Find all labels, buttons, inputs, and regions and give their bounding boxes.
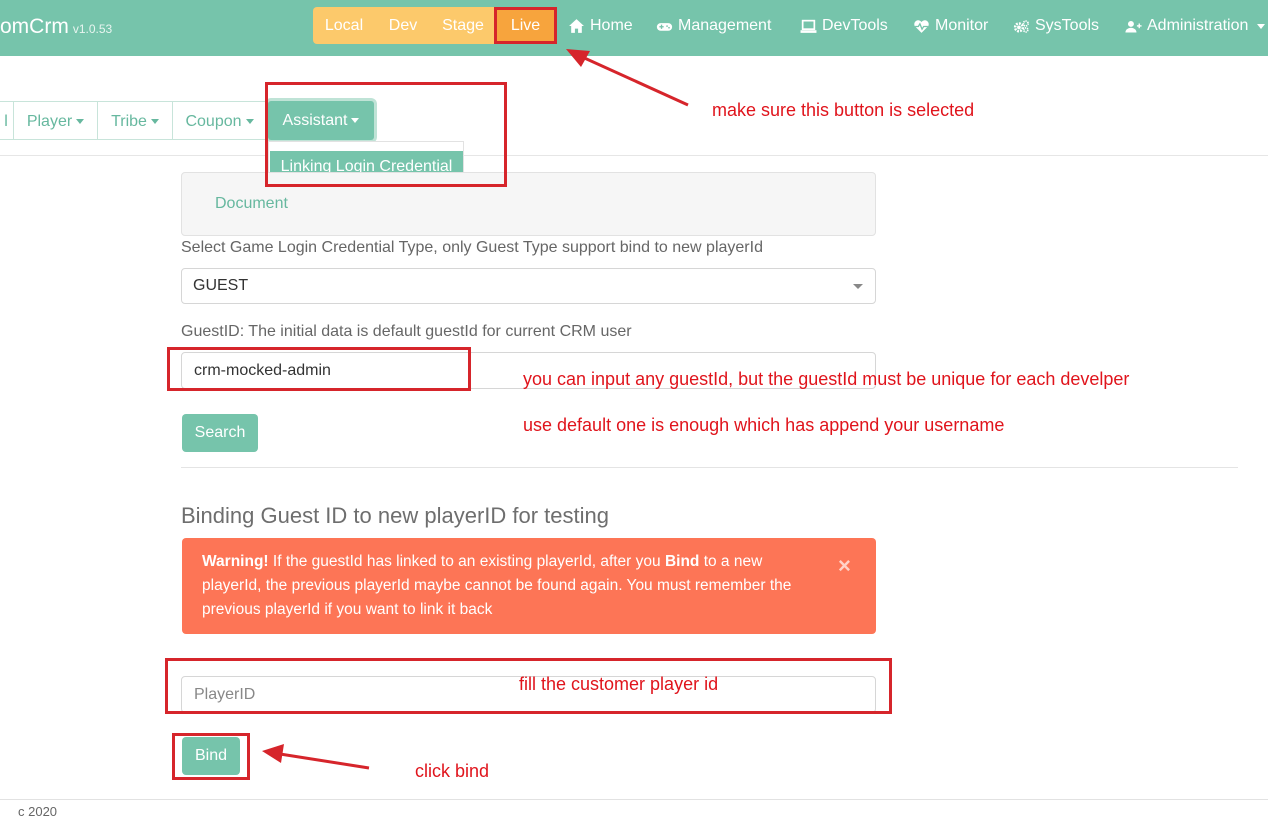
brand[interactable]: omCrm v1.0.53 xyxy=(0,15,112,39)
chevron-down-icon xyxy=(150,119,159,125)
cogs-icon xyxy=(1013,19,1029,33)
credential-type-label: Select Game Login Credential Type, only … xyxy=(181,239,763,256)
subnav-item-partial-label: l xyxy=(4,113,8,130)
close-icon[interactable]: × xyxy=(838,553,851,579)
annotation-box-bind xyxy=(172,733,250,780)
annotation-player-text: fill the customer player id xyxy=(519,674,719,694)
nav-devtools[interactable]: DevTools xyxy=(800,17,888,35)
subnav-item-player-label: Player xyxy=(26,113,73,130)
document-link[interactable]: Document xyxy=(215,195,288,213)
heartbeat-icon xyxy=(914,19,929,33)
subnav-divider xyxy=(0,155,1268,156)
annotation-arrow-bind xyxy=(279,752,370,770)
top-navbar: omCrm v1.0.53 Local Dev Stage Live Home M… xyxy=(0,0,1268,56)
annotation-guest-text-1: you can input any guestId, but the guest… xyxy=(523,369,1130,389)
nav-administration[interactable]: Administration xyxy=(1125,17,1266,35)
nav-management[interactable]: Management xyxy=(656,17,771,35)
credential-type-select[interactable]: GUEST xyxy=(181,268,876,304)
footer-divider xyxy=(0,799,1268,800)
nav-systools[interactable]: SysTools xyxy=(1013,17,1099,35)
nav-monitor[interactable]: Monitor xyxy=(913,17,988,35)
warning-part-1: If the guestId has linked to an existing… xyxy=(268,553,665,570)
annotation-guest-text-2: use default one is enough which has appe… xyxy=(523,415,1005,435)
annotation-bind-text: click bind xyxy=(415,761,490,781)
warning-text: Warning! If the guestId has linked to an… xyxy=(202,550,812,622)
annotation-live-text: make sure this button is selected xyxy=(712,100,975,120)
chevron-down-icon xyxy=(1257,23,1266,29)
subnav-item-coupon[interactable]: Coupon xyxy=(173,101,267,140)
subnav-item-coupon-label: Coupon xyxy=(185,113,242,130)
search-button[interactable]: Search xyxy=(182,414,258,452)
user-plus-icon xyxy=(1125,20,1142,32)
credential-type-value: GUEST xyxy=(193,277,249,294)
footer-text: c 2020 xyxy=(18,804,58,819)
warning-alert: Warning! If the guestId has linked to an… xyxy=(182,538,876,634)
subnav-item-tribe[interactable]: Tribe xyxy=(98,101,173,140)
guest-id-label: GuestID: The initial data is default gue… xyxy=(181,323,632,340)
annotation-box-guest-id xyxy=(167,347,471,391)
chevron-down-icon xyxy=(76,119,85,125)
brand-name: omCrm xyxy=(0,15,69,38)
home-icon xyxy=(569,18,584,33)
laptop-icon xyxy=(800,19,817,33)
nav-systools-label: SysTools xyxy=(1035,17,1100,34)
env-local-button[interactable]: Local xyxy=(313,7,375,44)
nav-home-label: Home xyxy=(590,17,633,34)
chevron-down-icon xyxy=(245,119,254,125)
warning-strong: Warning! xyxy=(202,553,269,570)
nav-management-label: Management xyxy=(678,17,772,34)
subnav-item-tribe-label: Tribe xyxy=(111,113,147,130)
select-caret-icon xyxy=(853,284,863,289)
annotation-arrowhead-bind xyxy=(262,744,284,763)
binding-section-heading: Binding Guest ID to new playerID for tes… xyxy=(181,503,609,528)
subnav-item-partial[interactable]: l xyxy=(0,101,14,140)
gamepad-icon xyxy=(656,22,673,31)
nav-monitor-label: Monitor xyxy=(935,17,989,34)
subnav-item-player[interactable]: Player xyxy=(14,101,98,140)
brand-version: v1.0.53 xyxy=(72,22,113,36)
section-divider xyxy=(181,467,1238,468)
env-dev-button[interactable]: Dev xyxy=(375,7,431,44)
nav-devtools-label: DevTools xyxy=(822,17,888,34)
env-stage-button[interactable]: Stage xyxy=(431,7,495,44)
annotation-arrow-live xyxy=(579,54,689,107)
warning-bind-word: Bind xyxy=(664,553,700,570)
environment-switcher: Local Dev Stage Live xyxy=(313,7,557,44)
nav-home[interactable]: Home xyxy=(568,17,633,35)
env-live-button[interactable]: Live xyxy=(494,7,557,44)
nav-administration-label: Administration xyxy=(1147,17,1249,34)
annotation-box-assistant xyxy=(265,82,507,187)
